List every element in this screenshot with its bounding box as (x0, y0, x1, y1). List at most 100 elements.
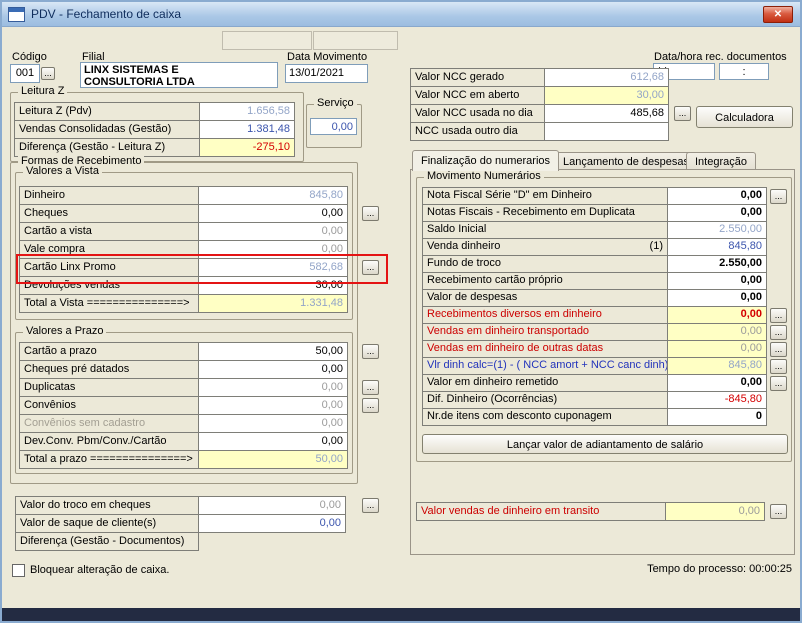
vlr-dinh-calc-more-button[interactable]: ... (770, 359, 787, 374)
table-row: Dev.Conv. Pbm/Conv./Cartão 0,00 (19, 432, 348, 451)
nf-duplicata-label: Notas Fiscais - Recebimento em Duplicata (422, 204, 668, 222)
table-row: Cheques 0,00 (19, 204, 348, 223)
venda-dinheiro-value: 845,80 (667, 238, 767, 256)
data-movimento-label: Data Movimento (287, 51, 368, 63)
cartao-prazo-more-button[interactable]: ... (362, 344, 379, 359)
table-row: Vlr dinh calc=(1) - ( NCC amort + NCC ca… (422, 357, 767, 375)
ncc-usada-dia-label: Valor NCC usada no dia (410, 104, 545, 123)
nf-duplicata-value[interactable]: 0,00 (667, 204, 767, 222)
nf-serie-d-value[interactable]: 0,00 (667, 187, 767, 205)
table-row: Vale compra 0,00 (19, 240, 348, 259)
table-row: Convênios sem cadastro 0,00 (19, 414, 348, 433)
convenios-label: Convênios (19, 396, 199, 415)
ncc-gerado-label: Valor NCC gerado (410, 68, 545, 87)
table-row: Duplicatas 0,00 (19, 378, 348, 397)
dinheiro-value: 845,80 (198, 186, 348, 205)
close-icon: ✕ (773, 8, 783, 20)
venda-dinheiro-label: Venda dinheiro (1) (422, 238, 668, 256)
header-empty-box-2 (313, 31, 398, 50)
devolucoes-vendas-value[interactable]: 30,00 (198, 276, 348, 295)
ncc-usada-outro-value[interactable] (544, 122, 669, 141)
cartao-linx-promo-more-button[interactable]: ... (362, 260, 379, 275)
codigo-field[interactable]: 001 (10, 64, 40, 83)
total-vista-value: 1.331,48 (198, 294, 348, 313)
valores-prazo-title: Valores a Prazo (23, 325, 107, 338)
cartao-prazo-value[interactable]: 50,00 (198, 342, 348, 361)
cartao-linx-promo-label: Cartão Linx Promo (19, 258, 199, 277)
total-prazo-label: Total a prazo ===============> (19, 450, 199, 469)
table-row: Valor NCC em aberto 30,00 (410, 86, 669, 105)
venda-dinheiro-text: Venda dinheiro (427, 240, 501, 252)
vendas-transportado-more-button[interactable]: ... (770, 325, 787, 340)
ncc-usada-dia-more-button[interactable]: ... (674, 106, 691, 121)
nf-serie-d-label: Nota Fiscal Série "D" em Dinheiro (422, 187, 668, 205)
cartao-vista-value: 0,00 (198, 222, 348, 241)
valor-despesas-value[interactable]: 0,00 (667, 289, 767, 307)
vendas-outras-datas-value: 0,00 (667, 340, 767, 358)
table-row: Recebimentos diversos em dinheiro 0,00 (422, 306, 767, 324)
doc-datetime-label: Data/hora rec. documentos (654, 51, 787, 63)
cheques-label: Cheques (19, 204, 199, 223)
vendas-consolidadas-label: Vendas Consolidadas (Gestão) (14, 120, 200, 139)
servico-label: Serviço (314, 97, 357, 110)
recebimento-cartao-proprio-value[interactable]: 0,00 (667, 272, 767, 290)
tab-lancamento-despesas[interactable]: Lançamento de despesas (554, 152, 698, 170)
cartao-prazo-label: Cartão a prazo (19, 342, 199, 361)
table-row: NCC usada outro dia (410, 122, 669, 141)
codigo-more-button[interactable]: ... (41, 67, 55, 80)
venda-dinheiro-note: (1) (649, 240, 663, 252)
convenios-more-button[interactable]: ... (362, 398, 379, 413)
transito-more-button[interactable]: ... (770, 504, 787, 519)
table-row: Valor de saque de cliente(s) 0,00 (15, 514, 346, 533)
itens-cuponagem-value[interactable]: 0 (667, 408, 767, 426)
bloquear-checkbox[interactable] (12, 564, 25, 577)
recebimentos-diversos-more-button[interactable]: ... (770, 308, 787, 323)
table-row: Valor em dinheiro remetido 0,00 (422, 374, 767, 392)
cheques-more-button[interactable]: ... (362, 206, 379, 221)
dinheiro-remetido-value[interactable]: 0,00 (667, 374, 767, 392)
fundo-troco-value[interactable]: 2.550,00 (667, 255, 767, 273)
vale-compra-label: Vale compra (19, 240, 199, 259)
saldo-inicial-value: 2.550,00 (667, 221, 767, 239)
adiantamento-salario-button[interactable]: Lançar valor de adiantamento de salário (422, 434, 788, 454)
dev-conv-value[interactable]: 0,00 (198, 432, 348, 451)
titlebar[interactable]: PDV - Fechamento de caixa (2, 2, 800, 27)
ncc-usada-dia-value[interactable]: 485,68 (544, 104, 669, 123)
tab-integracao[interactable]: Integração (686, 152, 756, 170)
ncc-aberto-label: Valor NCC em aberto (410, 86, 545, 105)
valor-despesas-label: Valor de despesas (422, 289, 668, 307)
doc-time-field[interactable]: : (719, 63, 769, 80)
cartao-linx-promo-value: 582,68 (198, 258, 348, 277)
dinheiro-label: Dinheiro (19, 186, 199, 205)
dev-conv-label: Dev.Conv. Pbm/Conv./Cartão (19, 432, 199, 451)
table-row: Diferença (Gestão - Documentos) (15, 532, 346, 551)
cheques-pre-datados-value[interactable]: 0,00 (198, 360, 348, 379)
window-bottom-edge (2, 608, 800, 621)
vlr-dinh-calc-label: Vlr dinh calc=(1) - ( NCC amort + NCC ca… (422, 357, 668, 375)
saque-cliente-value[interactable]: 0,00 (198, 514, 346, 533)
nf-serie-d-more-button[interactable]: ... (770, 189, 787, 204)
servico-field[interactable]: 0,00 (310, 118, 357, 135)
dif-dinheiro-value: -845,80 (667, 391, 767, 409)
recebimentos-diversos-label: Recebimentos diversos em dinheiro (422, 306, 668, 324)
valores-vista-table: Dinheiro 845,80 Cheques 0,00 Cartão a vi… (19, 186, 348, 313)
troco-cheques-more-button[interactable]: ... (362, 498, 379, 513)
bloquear-checkbox-label: Bloquear alteração de caixa. (30, 564, 170, 576)
close-button[interactable]: ✕ (763, 6, 793, 23)
data-movimento-field[interactable]: 13/01/2021 (285, 64, 368, 83)
leitura-z-table: Leitura Z (Pdv) 1.656,58 Vendas Consolid… (14, 102, 295, 157)
calculadora-button[interactable]: Calculadora (696, 106, 793, 128)
valores-prazo-table: Cartão a prazo 50,00 Cheques pré datados… (19, 342, 348, 469)
table-row: Leitura Z (Pdv) 1.656,58 (14, 102, 295, 121)
tab-finalizacao-numerarios[interactable]: Finalização do numerarios (412, 150, 560, 171)
duplicatas-more-button[interactable]: ... (362, 380, 379, 395)
cartao-linx-promo-row: Cartão Linx Promo 582,68 (19, 258, 348, 277)
dinheiro-remetido-more-button[interactable]: ... (770, 376, 787, 391)
vendas-outras-datas-more-button[interactable]: ... (770, 342, 787, 357)
transito-value: 0,00 (665, 502, 765, 521)
transito-row: Valor vendas de dinheiro em transito 0,0… (416, 502, 765, 521)
filial-field: LINX SISTEMAS E CONSULTORIA LTDA (80, 62, 278, 88)
codigo-label: Código (12, 51, 47, 63)
cheques-pre-datados-label: Cheques pré datados (19, 360, 199, 379)
cheques-value[interactable]: 0,00 (198, 204, 348, 223)
